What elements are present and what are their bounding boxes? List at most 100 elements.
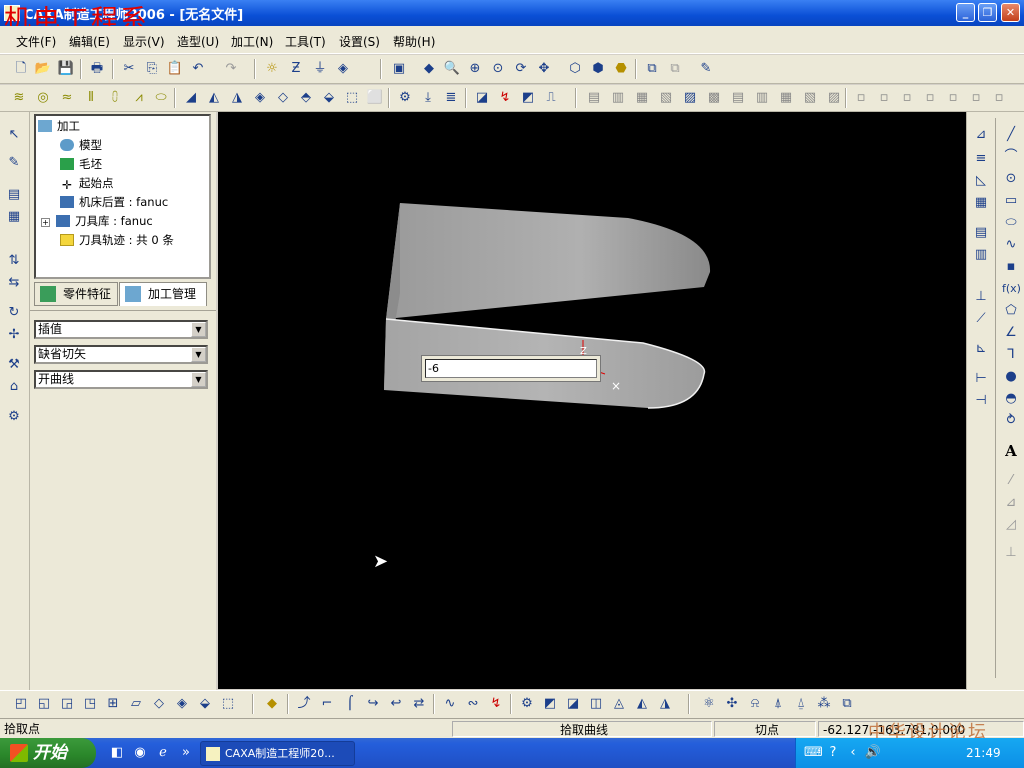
feature-1-icon[interactable]: ⇅ xyxy=(5,252,23,270)
status-snap-mode[interactable]: 切点 xyxy=(714,721,816,737)
post-7-icon[interactable]: ▫ xyxy=(990,89,1008,107)
menu-modeling[interactable]: 造型(U) xyxy=(177,33,219,50)
finish-4-icon[interactable]: ◈ xyxy=(251,89,269,107)
solid-5-icon[interactable]: ◬ xyxy=(610,695,628,713)
xform-3-icon[interactable]: ⊾ xyxy=(972,340,990,358)
trim-icon[interactable]: ⁄ xyxy=(1002,472,1020,490)
taskbar-item-caxa[interactable]: CAXA制造工程师20... xyxy=(200,741,355,766)
solid-6-icon[interactable]: ◭ xyxy=(633,695,651,713)
layer-icon[interactable]: ◈ xyxy=(334,60,352,78)
feature-2-icon[interactable]: ⇆ xyxy=(5,274,23,292)
volume-icon[interactable]: 🔊 xyxy=(864,744,882,762)
feature-7-icon[interactable]: ⚙ xyxy=(5,408,23,426)
zoom-icon[interactable]: ⊙ xyxy=(489,60,507,78)
post-2-icon[interactable]: ▫ xyxy=(875,89,893,107)
tree-item-toolpath[interactable]: 刀具轨迹 : 共 0 条 xyxy=(60,232,174,248)
surf-5-icon[interactable]: ⊞ xyxy=(104,695,122,713)
solid-1-icon[interactable]: ⚙ xyxy=(518,695,536,713)
surf-3-icon[interactable]: ◲ xyxy=(58,695,76,713)
menu-help[interactable]: 帮助(H) xyxy=(393,33,435,50)
helix-icon[interactable]: ⥁ xyxy=(1002,412,1020,430)
circle-icon[interactable]: ⊙ xyxy=(1002,170,1020,188)
curve-icon[interactable]: Ƶ xyxy=(287,60,305,78)
tool-3-icon[interactable]: ◩ xyxy=(519,89,537,107)
text-icon[interactable]: A xyxy=(1002,442,1020,460)
point-icon[interactable]: ▪ xyxy=(1002,258,1020,276)
arc-icon[interactable]: ⌒ xyxy=(1002,148,1020,166)
slot-icon[interactable]: ≣ xyxy=(442,89,460,107)
help-icon[interactable]: ? xyxy=(824,744,842,762)
curve-8-icon[interactable]: ∾ xyxy=(464,695,482,713)
finish-2-icon[interactable]: ◭ xyxy=(205,89,223,107)
cut-icon[interactable]: ✂ xyxy=(120,60,138,78)
quicklaunch-1-icon[interactable]: ◧ xyxy=(108,744,126,762)
misc-7-icon[interactable]: ⧉ xyxy=(838,695,856,713)
offset-icon[interactable]: ◿ xyxy=(1002,516,1020,534)
line-icon[interactable]: ╱ xyxy=(1002,126,1020,144)
light-icon[interactable]: ☼ xyxy=(263,60,281,78)
project-icon[interactable]: ⊥ xyxy=(1002,544,1020,562)
edit-1-icon[interactable]: ▤ xyxy=(585,89,603,107)
surf-1-icon[interactable]: ◰ xyxy=(12,695,30,713)
minimize-button[interactable]: _ xyxy=(956,3,975,22)
tree-item-post[interactable]: 机床后置 : fanuc xyxy=(60,194,168,210)
new-file-icon[interactable]: 🗋 xyxy=(12,60,30,78)
xform-4-icon[interactable]: ⊢ xyxy=(972,370,990,388)
surf-7-icon[interactable]: ◇ xyxy=(150,695,168,713)
tree-item-start-point[interactable]: ✛ 起始点 xyxy=(60,175,114,191)
curve-4-icon[interactable]: ↪ xyxy=(364,695,382,713)
xform-2-icon[interactable]: ⟋ xyxy=(972,310,990,328)
dim-4-icon[interactable]: ▦ xyxy=(972,194,990,212)
tree-item-model[interactable]: 模型 xyxy=(60,137,102,153)
curve-9-icon[interactable]: ↯ xyxy=(487,695,505,713)
feature-6-icon[interactable]: ⌂ xyxy=(5,378,23,396)
solid-3-icon[interactable]: ◪ xyxy=(564,695,582,713)
refresh-icon[interactable]: ⟳ xyxy=(512,60,530,78)
tree-item-tool-lib[interactable]: + 刀具库 : fanuc xyxy=(41,213,153,229)
tangent-select[interactable]: 缺省切矢 ▼ xyxy=(34,345,208,364)
surface-icon[interactable]: ◓ xyxy=(1002,390,1020,408)
curve-type-select[interactable]: 开曲线 ▼ xyxy=(34,370,208,389)
menu-view[interactable]: 显示(V) xyxy=(123,33,165,50)
contour-icon[interactable]: ◎ xyxy=(34,89,52,107)
close-button[interactable]: ✕ xyxy=(1001,3,1020,22)
menu-file[interactable]: 文件(F) xyxy=(16,33,56,50)
curve-5-icon[interactable]: ↩ xyxy=(387,695,405,713)
feature-4-icon[interactable]: ✢ xyxy=(5,326,23,344)
function-icon[interactable]: f(x) xyxy=(1002,280,1021,298)
feature-5-icon[interactable]: ⚒ xyxy=(5,356,23,374)
solid-4-icon[interactable]: ◫ xyxy=(587,695,605,713)
tool-4-icon[interactable]: ⎍ xyxy=(542,89,560,107)
open-folder-icon[interactable]: 📂 xyxy=(34,60,52,78)
surf-8-icon[interactable]: ◈ xyxy=(173,695,191,713)
plunge-icon[interactable]: ⩘ xyxy=(130,89,148,107)
solid-2-icon[interactable]: ◩ xyxy=(541,695,559,713)
quicklaunch-3-icon[interactable]: ℯ xyxy=(154,744,172,762)
misc-1-icon[interactable]: ⚛ xyxy=(700,695,718,713)
menu-tools[interactable]: 工具(T) xyxy=(285,33,326,50)
finish-8-icon[interactable]: ⬚ xyxy=(343,89,361,107)
drill-icon[interactable]: ⚙ xyxy=(396,89,414,107)
dim-6-icon[interactable]: ▥ xyxy=(972,246,990,264)
tab-part-features[interactable]: 零件特征 xyxy=(34,282,118,306)
dim-1-icon[interactable]: ⊿ xyxy=(972,126,990,144)
misc-3-icon[interactable]: ⍾ xyxy=(746,695,764,713)
dim-2-icon[interactable]: ≡ xyxy=(972,150,990,168)
dim-5-icon[interactable]: ▤ xyxy=(972,224,990,242)
copy-icon[interactable]: ⎘ xyxy=(143,60,161,78)
menu-edit[interactable]: 编辑(E) xyxy=(69,33,110,50)
solid-7-icon[interactable]: ◮ xyxy=(656,695,674,713)
curve-7-icon[interactable]: ∿ xyxy=(441,695,459,713)
wireframe-icon[interactable]: ⬡ xyxy=(566,60,584,78)
surf-10-icon[interactable]: ⬚ xyxy=(219,695,237,713)
undo-icon[interactable]: ↶ xyxy=(189,60,207,78)
post-4-icon[interactable]: ▫ xyxy=(921,89,939,107)
redo-icon[interactable]: ↷ xyxy=(222,60,240,78)
chevron-down-icon[interactable]: ▼ xyxy=(191,322,206,337)
post-5-icon[interactable]: ▫ xyxy=(944,89,962,107)
edit-5-icon[interactable]: ▨ xyxy=(681,89,699,107)
edit-10-icon[interactable]: ▧ xyxy=(801,89,819,107)
tool-2-icon[interactable]: ↯ xyxy=(496,89,514,107)
expand-icon[interactable]: + xyxy=(41,218,50,227)
value-input[interactable]: -6 xyxy=(425,359,597,378)
